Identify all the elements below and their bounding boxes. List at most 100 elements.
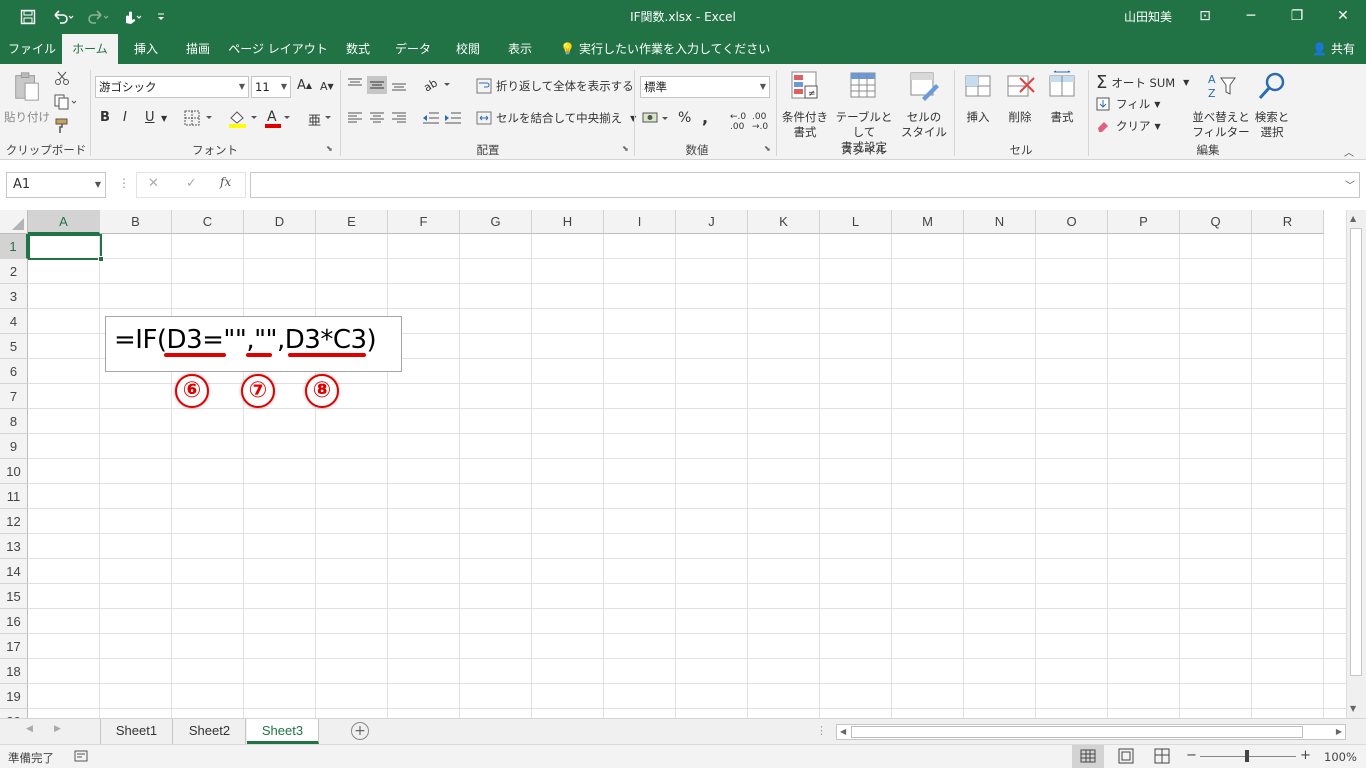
horizontal-scrollbar[interactable]: ◀ ▶ — [836, 724, 1346, 740]
column-header-f[interactable]: F — [388, 210, 460, 234]
number-format-select[interactable]: 標準 ▼ — [640, 76, 770, 98]
prev-sheet-icon[interactable]: ◀ — [26, 724, 33, 734]
align-center-icon[interactable] — [368, 110, 386, 126]
ribbon-display-options-icon[interactable]: ⊡ — [1182, 0, 1228, 32]
font-name-select[interactable]: 游ゴシック ▼ — [95, 76, 249, 98]
column-header-c[interactable]: C — [172, 210, 244, 234]
column-header-m[interactable]: M — [892, 210, 964, 234]
align-top-icon[interactable] — [346, 76, 364, 92]
row-header-6[interactable]: 6 — [0, 359, 28, 384]
chevron-down-icon[interactable]: ▼ — [161, 114, 167, 123]
decrease-decimal-icon[interactable]: .00 →.0 — [752, 112, 768, 132]
borders-icon[interactable] — [184, 110, 214, 126]
expand-formula-bar-icon[interactable]: ﹀ — [1345, 177, 1355, 192]
row-header-9[interactable]: 9 — [0, 434, 28, 459]
grow-font-button[interactable]: A ▲ — [297, 78, 312, 93]
autosum-button[interactable]: Σ オート SUM ▼ — [1096, 72, 1189, 93]
restore-button[interactable]: ❐ — [1274, 0, 1320, 32]
delete-cells-button[interactable]: 削除 — [1000, 70, 1040, 125]
user-name[interactable]: 山田知美 — [1124, 8, 1172, 25]
row-header-10[interactable]: 10 — [0, 459, 28, 484]
decrease-indent-icon[interactable] — [421, 110, 441, 126]
zoom-out-icon[interactable]: − — [1186, 748, 1197, 763]
scroll-right-icon[interactable]: ▶ — [1336, 727, 1342, 736]
next-sheet-icon[interactable]: ▶ — [54, 724, 61, 734]
tab-file[interactable]: ファイル — [4, 34, 60, 64]
insert-function-icon[interactable]: fx — [220, 175, 231, 189]
tab-split-icon[interactable]: ⋮ — [816, 724, 827, 737]
font-size-select[interactable]: 11 ▼ — [251, 76, 291, 98]
zoom-level[interactable]: 100% — [1324, 750, 1357, 764]
clear-button[interactable]: クリア ▼ — [1096, 118, 1161, 134]
redo-icon[interactable] — [84, 5, 114, 29]
number-dialog-launcher-icon[interactable]: ⬊ — [764, 144, 771, 153]
orientation-icon[interactable]: ab — [422, 76, 452, 92]
undo-icon[interactable] — [48, 5, 78, 29]
normal-view-button[interactable] — [1072, 745, 1104, 768]
column-header-j[interactable]: J — [676, 210, 748, 234]
fill-handle[interactable] — [98, 256, 104, 262]
merge-center-button[interactable]: セルを結合して中央揃え ▼ — [476, 110, 636, 126]
active-cell-A1[interactable] — [28, 234, 104, 262]
conditional-formatting-button[interactable]: ≠ 条件付き 書式 — [780, 70, 830, 140]
page-break-view-icon[interactable] — [1148, 745, 1176, 771]
cell-styles-button[interactable]: セルの スタイル — [898, 70, 950, 140]
customize-qat-icon[interactable] — [152, 5, 170, 29]
bold-button[interactable]: B — [100, 110, 110, 125]
column-header-k[interactable]: K — [748, 210, 820, 234]
horizontal-scroll-thumb[interactable] — [851, 726, 1303, 738]
column-header-q[interactable]: Q — [1180, 210, 1252, 234]
column-header-g[interactable]: G — [460, 210, 532, 234]
row-header-7[interactable]: 7 — [0, 384, 28, 409]
minimize-button[interactable]: ─ — [1228, 0, 1274, 32]
row-header-1[interactable]: 1 — [0, 234, 28, 259]
row-header-8[interactable]: 8 — [0, 409, 28, 434]
tab-formulas[interactable]: 数式 — [336, 34, 380, 64]
wrap-text-button[interactable]: 折り返して全体を表示する — [476, 78, 634, 94]
collapse-ribbon-icon[interactable]: ︿ — [1344, 144, 1354, 159]
copy-icon[interactable] — [54, 94, 78, 110]
fill-button[interactable]: フィル ▼ — [1096, 96, 1160, 112]
name-box[interactable]: A1 ▼ — [6, 172, 106, 198]
share-button[interactable]: 👤 共有 — [1312, 34, 1355, 64]
shrink-font-button[interactable]: A ▼ — [320, 80, 334, 93]
scroll-left-icon[interactable]: ◀ — [840, 727, 846, 736]
tell-me-box[interactable]: 💡 実行したい作業を入力してください — [560, 34, 770, 64]
sort-filter-button[interactable]: AZ 並べ替えと フィルター — [1192, 70, 1250, 140]
enter-icon[interactable]: ✓ — [186, 176, 197, 191]
tab-data[interactable]: データ — [388, 34, 438, 64]
accounting-format-icon[interactable] — [642, 110, 672, 126]
increase-decimal-icon[interactable]: ←.0.00 — [730, 112, 746, 132]
column-header-o[interactable]: O — [1036, 210, 1108, 234]
new-sheet-icon[interactable]: + — [351, 722, 369, 740]
row-header-18[interactable]: 18 — [0, 659, 28, 684]
select-all-button[interactable] — [0, 210, 28, 234]
column-header-i[interactable]: I — [604, 210, 676, 234]
macro-record-icon[interactable] — [74, 749, 88, 766]
column-header-a[interactable]: A — [28, 210, 100, 234]
tab-home[interactable]: ホーム — [62, 34, 118, 64]
tab-insert[interactable]: 挿入 — [124, 34, 168, 64]
align-middle-icon[interactable] — [367, 76, 387, 94]
comma-style-button[interactable]: , — [702, 108, 708, 127]
zoom-in-icon[interactable]: + — [1300, 748, 1311, 763]
row-header-17[interactable]: 17 — [0, 634, 28, 659]
zoom-slider-thumb[interactable] — [1245, 750, 1249, 762]
format-cells-button[interactable]: 書式 — [1042, 70, 1082, 125]
row-header-13[interactable]: 13 — [0, 534, 28, 559]
row-header-3[interactable]: 3 — [0, 284, 28, 309]
cancel-icon[interactable]: ✕ — [148, 176, 159, 191]
italic-button[interactable]: I — [123, 110, 127, 125]
column-header-n[interactable]: N — [964, 210, 1036, 234]
format-painter-icon[interactable] — [54, 118, 70, 134]
underline-button[interactable]: U — [145, 110, 155, 125]
vertical-scrollbar[interactable]: ▲ ▼ — [1346, 210, 1366, 718]
vertical-scroll-thumb[interactable] — [1350, 228, 1362, 676]
alignment-dialog-launcher-icon[interactable]: ⬊ — [622, 144, 629, 153]
scroll-down-icon[interactable]: ▼ — [1350, 704, 1356, 713]
increase-indent-icon[interactable] — [443, 110, 463, 126]
row-header-16[interactable]: 16 — [0, 609, 28, 634]
column-header-h[interactable]: H — [532, 210, 604, 234]
column-header-p[interactable]: P — [1108, 210, 1180, 234]
tab-page-layout[interactable]: ページ レイアウト — [228, 34, 328, 64]
